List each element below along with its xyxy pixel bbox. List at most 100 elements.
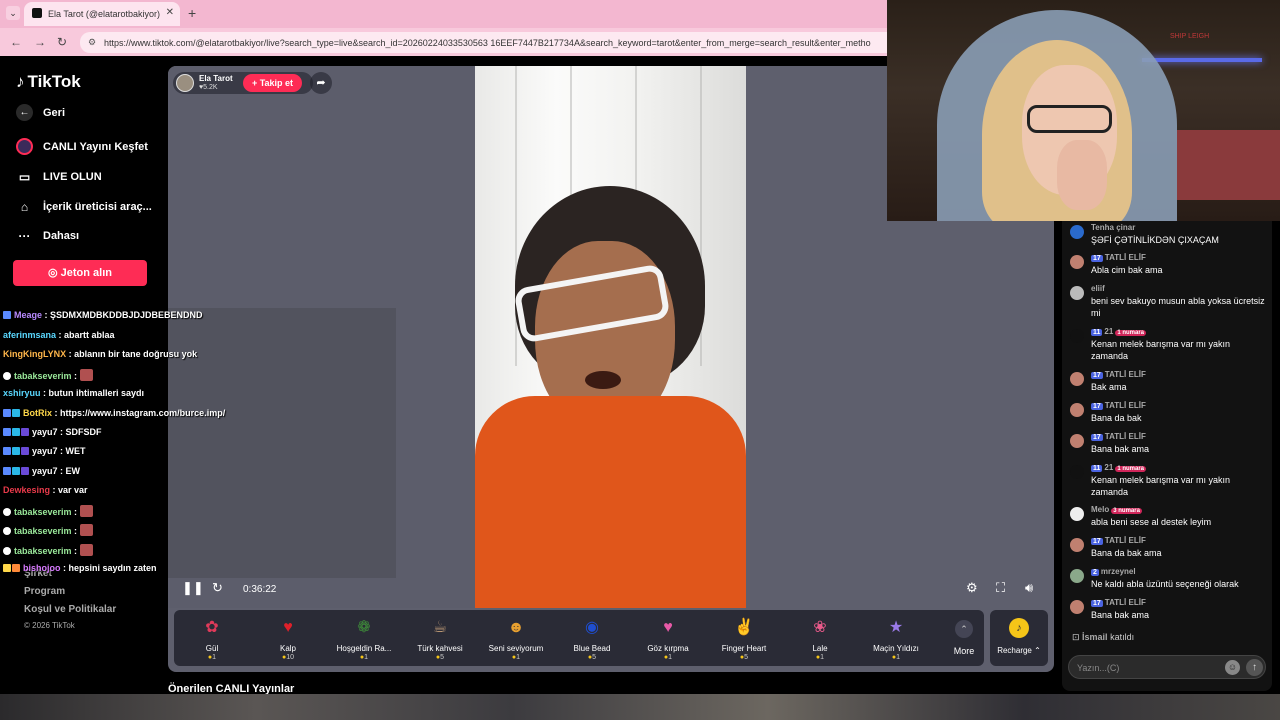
chat-text: Abla cim bak ama xyxy=(1091,265,1163,275)
chat-text: ŞƏFİ ÇƏTİNLİKDƏN ÇIXAÇAM xyxy=(1091,235,1219,245)
join-icon: ⊡ xyxy=(1072,632,1083,642)
avatar[interactable] xyxy=(1070,329,1084,343)
avatar[interactable] xyxy=(1070,600,1084,614)
avatar[interactable] xyxy=(1070,225,1084,239)
chat-text: Bana bak ama xyxy=(1091,444,1150,454)
sidebar-item-live-explore[interactable]: CANLI Yayını Keşfet xyxy=(16,138,148,155)
gift-item[interactable]: ❀ Lale ●1 xyxy=(782,610,858,666)
gift-item[interactable]: ❁ Hoşgeldin Ra... ●1 xyxy=(326,610,402,666)
send-arrow-icon[interactable]: ↑ xyxy=(1246,659,1263,676)
gift-item[interactable]: ✌ Finger Heart ●5 xyxy=(706,610,782,666)
tiktok-logo[interactable]: ♪ TikTok xyxy=(16,72,81,92)
footer-link-terms[interactable]: Koşul ve Politikalar xyxy=(24,604,116,615)
footer-copyright: © 2026 TikTok xyxy=(24,621,75,630)
evil-eye-bead-icon: ◉ xyxy=(585,619,599,636)
more-gifts-label: More xyxy=(953,646,975,656)
avatar[interactable] xyxy=(1070,255,1084,269)
chat-username[interactable]: 17 TATLİ ELİF xyxy=(1091,253,1146,262)
twitch-chat-line: tabakseverim : xyxy=(3,544,93,563)
host-likes-count: 5.2K xyxy=(203,84,218,91)
chat-message-input[interactable] xyxy=(1077,661,1217,675)
sidebar-item-label: Geri xyxy=(43,106,66,119)
chat-text: Bak ama xyxy=(1091,382,1127,392)
gift-price: 1 xyxy=(212,654,217,661)
gift-item[interactable]: ♥ Kalp ●10 xyxy=(250,610,326,666)
avatar[interactable] xyxy=(1070,538,1084,552)
avatar[interactable] xyxy=(1070,465,1084,479)
chat-username[interactable]: 17 TATLİ ELİF xyxy=(1091,370,1146,379)
new-tab-icon[interactable]: + xyxy=(188,5,196,21)
url-text: https://www.tiktok.com/@elatarotbakiyor/… xyxy=(104,38,871,48)
volume-icon[interactable]: 🔊︎ xyxy=(1025,580,1033,596)
sidebar-item-creator-tools[interactable]: ⌂ İçerik üreticisi araç... xyxy=(16,198,152,215)
sidebar-item-more[interactable]: ··· Dahası xyxy=(16,227,80,244)
avatar[interactable] xyxy=(1070,569,1084,583)
host-likes: ♥5.2K xyxy=(199,84,218,91)
sidebar-item-label: CANLI Yayını Keşfet xyxy=(43,140,148,153)
joined-username[interactable]: İsmail xyxy=(1082,632,1108,642)
chat-username[interactable]: 17 TATLİ ELİF xyxy=(1091,536,1146,545)
avatar[interactable] xyxy=(1070,434,1084,448)
wall-sign-text: SHIP LEIGH xyxy=(1170,33,1210,40)
back-nav-icon[interactable]: ← xyxy=(10,35,22,49)
refresh-icon[interactable]: ↻ xyxy=(212,580,223,596)
forward-nav-icon[interactable]: → xyxy=(34,35,46,49)
gift-item[interactable]: ✿ Gül ●1 xyxy=(174,610,250,666)
gift-item[interactable]: ☻ Seni seviyorum ●1 xyxy=(478,610,554,666)
gift-name: Lale xyxy=(812,644,828,653)
browser-tab-bar: ⌄ Ela Tarot (@elatarotbakiyor) ✕ + xyxy=(0,0,887,28)
sidebar-item-label: LIVE OLUN xyxy=(43,170,102,183)
sidebar-item-go-live[interactable]: ▭ LIVE OLUN xyxy=(16,168,102,185)
settings-gear-icon[interactable]: ⚙ xyxy=(966,580,978,596)
avatar[interactable] xyxy=(1070,507,1084,521)
avatar[interactable] xyxy=(1070,372,1084,386)
back-arrow-icon: ← xyxy=(16,104,33,121)
chat-username[interactable]: 2 mrzeynel xyxy=(1091,567,1136,576)
close-tab-icon[interactable]: ✕ xyxy=(166,7,174,18)
chat-username[interactable]: 17 TATLİ ELİF xyxy=(1091,432,1146,441)
gift-name: Kalp xyxy=(279,644,296,653)
tab-search-icon[interactable]: ⌄ xyxy=(6,6,20,20)
footer-link-program[interactable]: Program xyxy=(24,586,65,597)
recharge-button[interactable]: ♪ Recharge ⌃ xyxy=(990,610,1048,666)
sidebar-item-back[interactable]: ← Geri xyxy=(16,104,65,121)
reload-icon[interactable]: ↻ xyxy=(57,35,67,49)
gift-item[interactable]: ♥ Göz kırpma ●1 xyxy=(630,610,706,666)
chat-username[interactable]: Melo 3 numara xyxy=(1091,505,1142,514)
emoji-icon[interactable]: ☺ xyxy=(1225,660,1240,675)
chat-username[interactable]: 11 21 1 numara xyxy=(1091,463,1146,472)
chat-username[interactable]: Tenha çinar xyxy=(1091,223,1135,232)
pause-icon[interactable]: ❚❚ xyxy=(182,580,204,596)
chat-username[interactable]: 17 TATLİ ELİF xyxy=(1091,598,1146,607)
share-icon[interactable]: ➦ xyxy=(310,72,332,94)
chat-username[interactable]: 17 TATLİ ELİF xyxy=(1091,401,1146,410)
more-gifts-button[interactable]: ⌃ More xyxy=(944,614,984,662)
avatar[interactable] xyxy=(1070,403,1084,417)
gift-item[interactable]: ★ Maçin Yıldızı ●1 xyxy=(858,610,934,666)
ramadan-badge-icon: ❁ xyxy=(357,619,371,636)
gift-price: 5 xyxy=(744,654,749,661)
get-coins-button[interactable]: ◎ Jeton alın xyxy=(13,260,147,286)
coffee-cup-icon: ☕︎ xyxy=(432,619,448,636)
follow-button[interactable]: + Takip et xyxy=(243,74,302,92)
join-notice: ⊡ İsmail katıldı xyxy=(1072,632,1134,643)
live-explore-icon xyxy=(16,138,33,155)
tulip-icon: ❀ xyxy=(813,619,827,636)
site-info-icon[interactable]: ⚙ xyxy=(88,37,96,48)
desktop-background xyxy=(0,694,1280,720)
streamer-webcam: SHIP LEIGH xyxy=(887,0,1280,221)
chat-username[interactable]: 11 21 1 numara xyxy=(1091,327,1146,336)
url-field[interactable]: ⚙ https://www.tiktok.com/@elatarotbakiyo… xyxy=(80,32,887,53)
rose-icon: ✿ xyxy=(205,619,219,636)
host-avatar[interactable] xyxy=(176,74,194,92)
gift-item[interactable]: ☕︎ Türk kahvesi ●5 xyxy=(402,610,478,666)
player-controls: ❚❚ ↻ 0:36:22 ⚙ ⛶ 🔊︎ xyxy=(168,574,1054,604)
fullscreen-icon[interactable]: ⛶ xyxy=(996,580,1005,596)
gift-item[interactable]: ◉ Blue Bead ●5 xyxy=(554,610,630,666)
tiktok-logo-text: TikTok xyxy=(27,72,81,91)
avatar[interactable] xyxy=(1070,286,1084,300)
browser-tab[interactable]: Ela Tarot (@elatarotbakiyor) ✕ xyxy=(24,2,180,26)
gift-price: 5 xyxy=(592,654,597,661)
chat-username[interactable]: eliif xyxy=(1091,284,1105,293)
gift-price: 1 xyxy=(820,654,825,661)
